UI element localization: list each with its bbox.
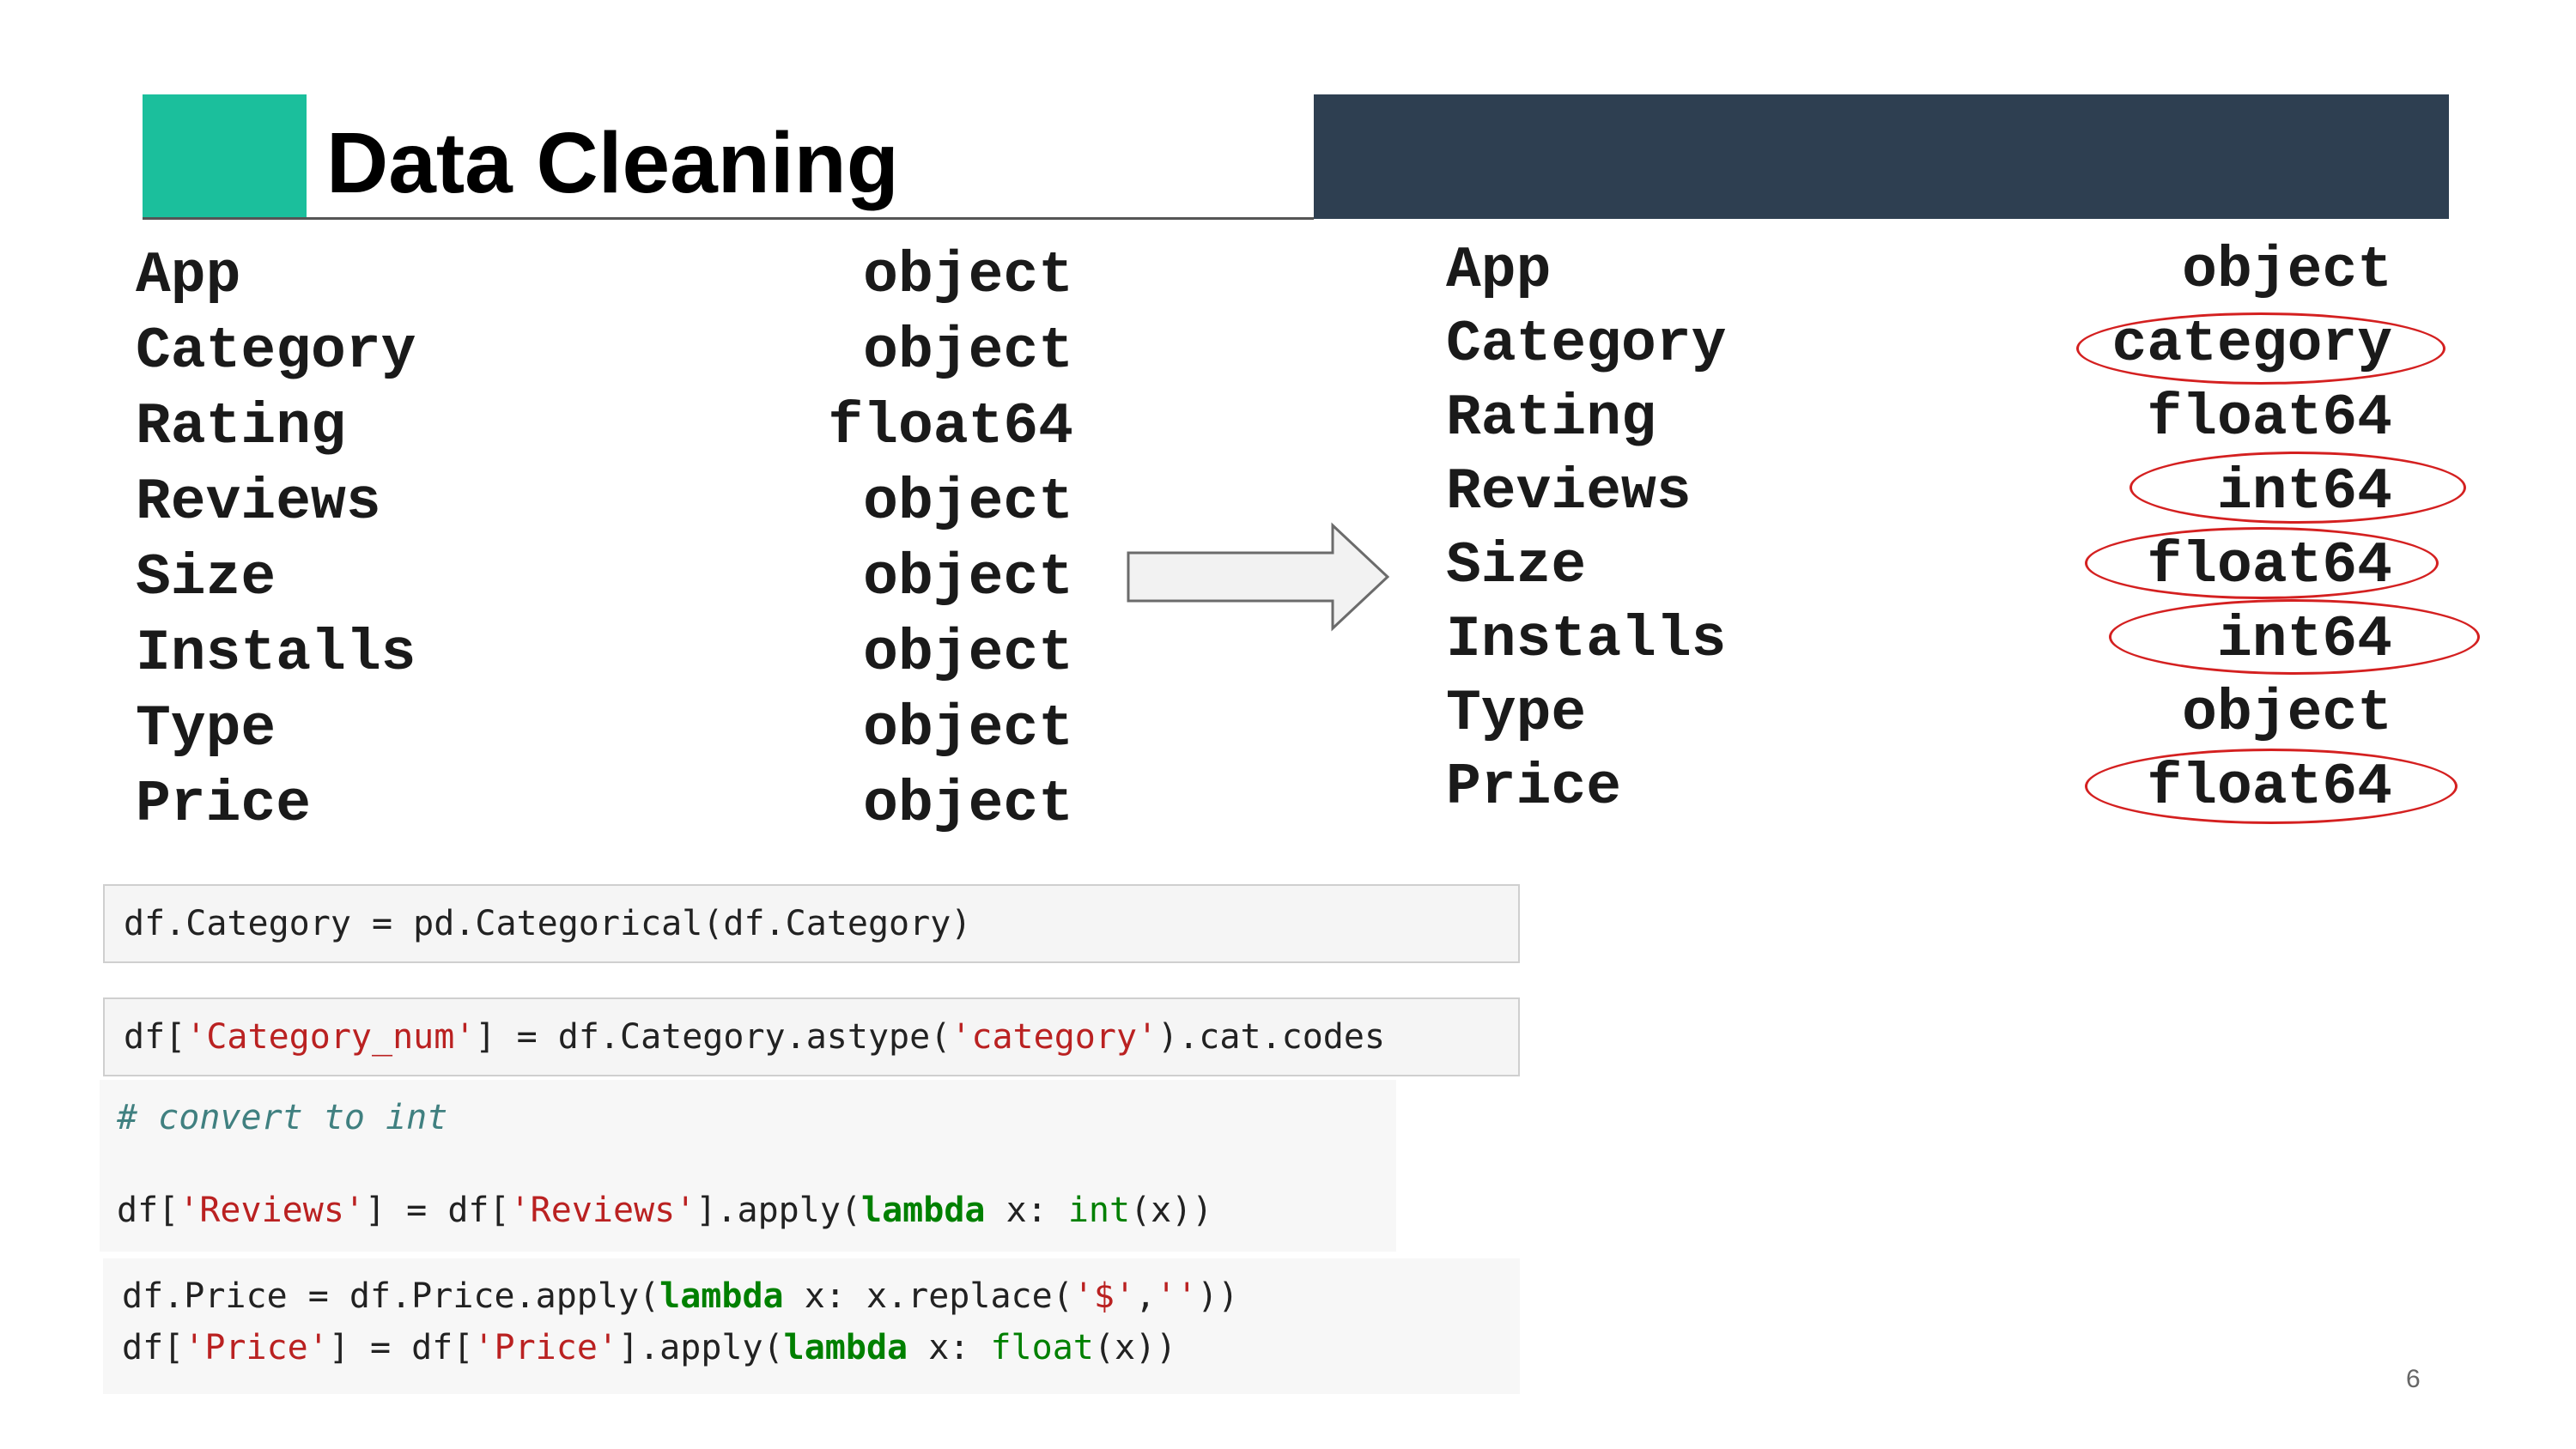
dtype-row: Installs int64 bbox=[1446, 603, 2392, 678]
dtype-row: Category object bbox=[136, 314, 1073, 390]
column-dtype: object bbox=[863, 696, 1073, 762]
code-line: df['Reviews'] = df['Reviews'].apply(lamb… bbox=[117, 1191, 1213, 1230]
column-name: Size bbox=[136, 545, 276, 611]
column-name: Reviews bbox=[1446, 459, 1692, 525]
column-dtype: object bbox=[863, 470, 1073, 536]
dtype-row: Reviews int64 bbox=[1446, 455, 2392, 530]
column-dtype: int64 bbox=[2216, 607, 2392, 673]
column-name: Price bbox=[136, 772, 312, 838]
column-dtype: object bbox=[863, 318, 1073, 385]
column-dtype: float64 bbox=[2147, 533, 2392, 599]
code-cell-reviews-int: # convert to int df['Reviews'] = df['Rev… bbox=[100, 1080, 1396, 1252]
code-line: df.Category = pd.Categorical(df.Category… bbox=[124, 904, 972, 943]
code-comment: # convert to int bbox=[117, 1098, 448, 1137]
code-cell-categorical: df.Category = pd.Categorical(df.Category… bbox=[103, 884, 1520, 963]
column-dtype: float64 bbox=[2147, 755, 2392, 821]
dtype-row: Price float64 bbox=[1446, 750, 2392, 826]
code-line: df.Price = df.Price.apply(lambda x: x.re… bbox=[122, 1276, 1239, 1316]
column-dtype: object bbox=[863, 243, 1073, 309]
dtype-row: Size object bbox=[136, 541, 1073, 616]
column-dtype: object bbox=[863, 772, 1073, 838]
right-arrow-icon bbox=[1127, 522, 1390, 632]
title-accent-block bbox=[143, 94, 307, 219]
column-name: Category bbox=[136, 318, 416, 385]
column-name: Type bbox=[136, 696, 276, 762]
dtype-row: Type object bbox=[136, 692, 1073, 767]
column-name: Rating bbox=[136, 394, 346, 460]
column-dtype: float64 bbox=[828, 394, 1073, 460]
dtype-row: Rating float64 bbox=[136, 390, 1073, 465]
column-name: Category bbox=[1446, 312, 1727, 378]
column-name: Reviews bbox=[136, 470, 381, 536]
column-dtype: object bbox=[2182, 681, 2392, 747]
dtype-row: Installs object bbox=[136, 616, 1073, 692]
page-number: 6 bbox=[2406, 1365, 2421, 1393]
code-line: df['Category_num'] = df.Category.astype(… bbox=[124, 1017, 1386, 1057]
dtypes-before-list: App object Category object Rating float6… bbox=[136, 239, 1073, 843]
code-line: df['Price'] = df['Price'].apply(lambda x… bbox=[122, 1328, 1177, 1367]
dtype-row: Price object bbox=[136, 767, 1073, 843]
dtype-row: Type object bbox=[1446, 676, 2392, 752]
dtype-row: Reviews object bbox=[136, 465, 1073, 541]
column-name: App bbox=[136, 243, 241, 309]
column-name: Installs bbox=[1446, 607, 1727, 673]
title-dark-bar bbox=[1314, 94, 2449, 219]
column-name: Price bbox=[1446, 755, 1622, 821]
dtype-row: Category category bbox=[1446, 307, 2392, 383]
code-cell-category-num: df['Category_num'] = df.Category.astype(… bbox=[103, 997, 1520, 1076]
dtype-row: App object bbox=[1446, 233, 2392, 309]
dtype-row: Size float64 bbox=[1446, 529, 2392, 604]
column-dtype: object bbox=[863, 545, 1073, 611]
column-name: Size bbox=[1446, 533, 1587, 599]
column-name: Type bbox=[1446, 681, 1587, 747]
column-name: App bbox=[1446, 238, 1552, 304]
column-name: Installs bbox=[136, 621, 416, 687]
column-dtype: object bbox=[2182, 238, 2392, 304]
slide-title: Data Cleaning bbox=[326, 115, 899, 211]
column-dtype: object bbox=[863, 621, 1073, 687]
code-cell-price-float: df.Price = df.Price.apply(lambda x: x.re… bbox=[103, 1258, 1520, 1394]
column-dtype: category bbox=[2111, 312, 2392, 378]
column-dtype: int64 bbox=[2216, 459, 2392, 525]
column-dtype: float64 bbox=[2147, 385, 2392, 452]
column-name: Rating bbox=[1446, 385, 1656, 452]
dtype-row: Rating float64 bbox=[1446, 381, 2392, 457]
dtypes-after-list: App object Category category Rating floa… bbox=[1446, 233, 2392, 838]
title-underline bbox=[143, 217, 1314, 220]
dtype-row: App object bbox=[136, 239, 1073, 314]
